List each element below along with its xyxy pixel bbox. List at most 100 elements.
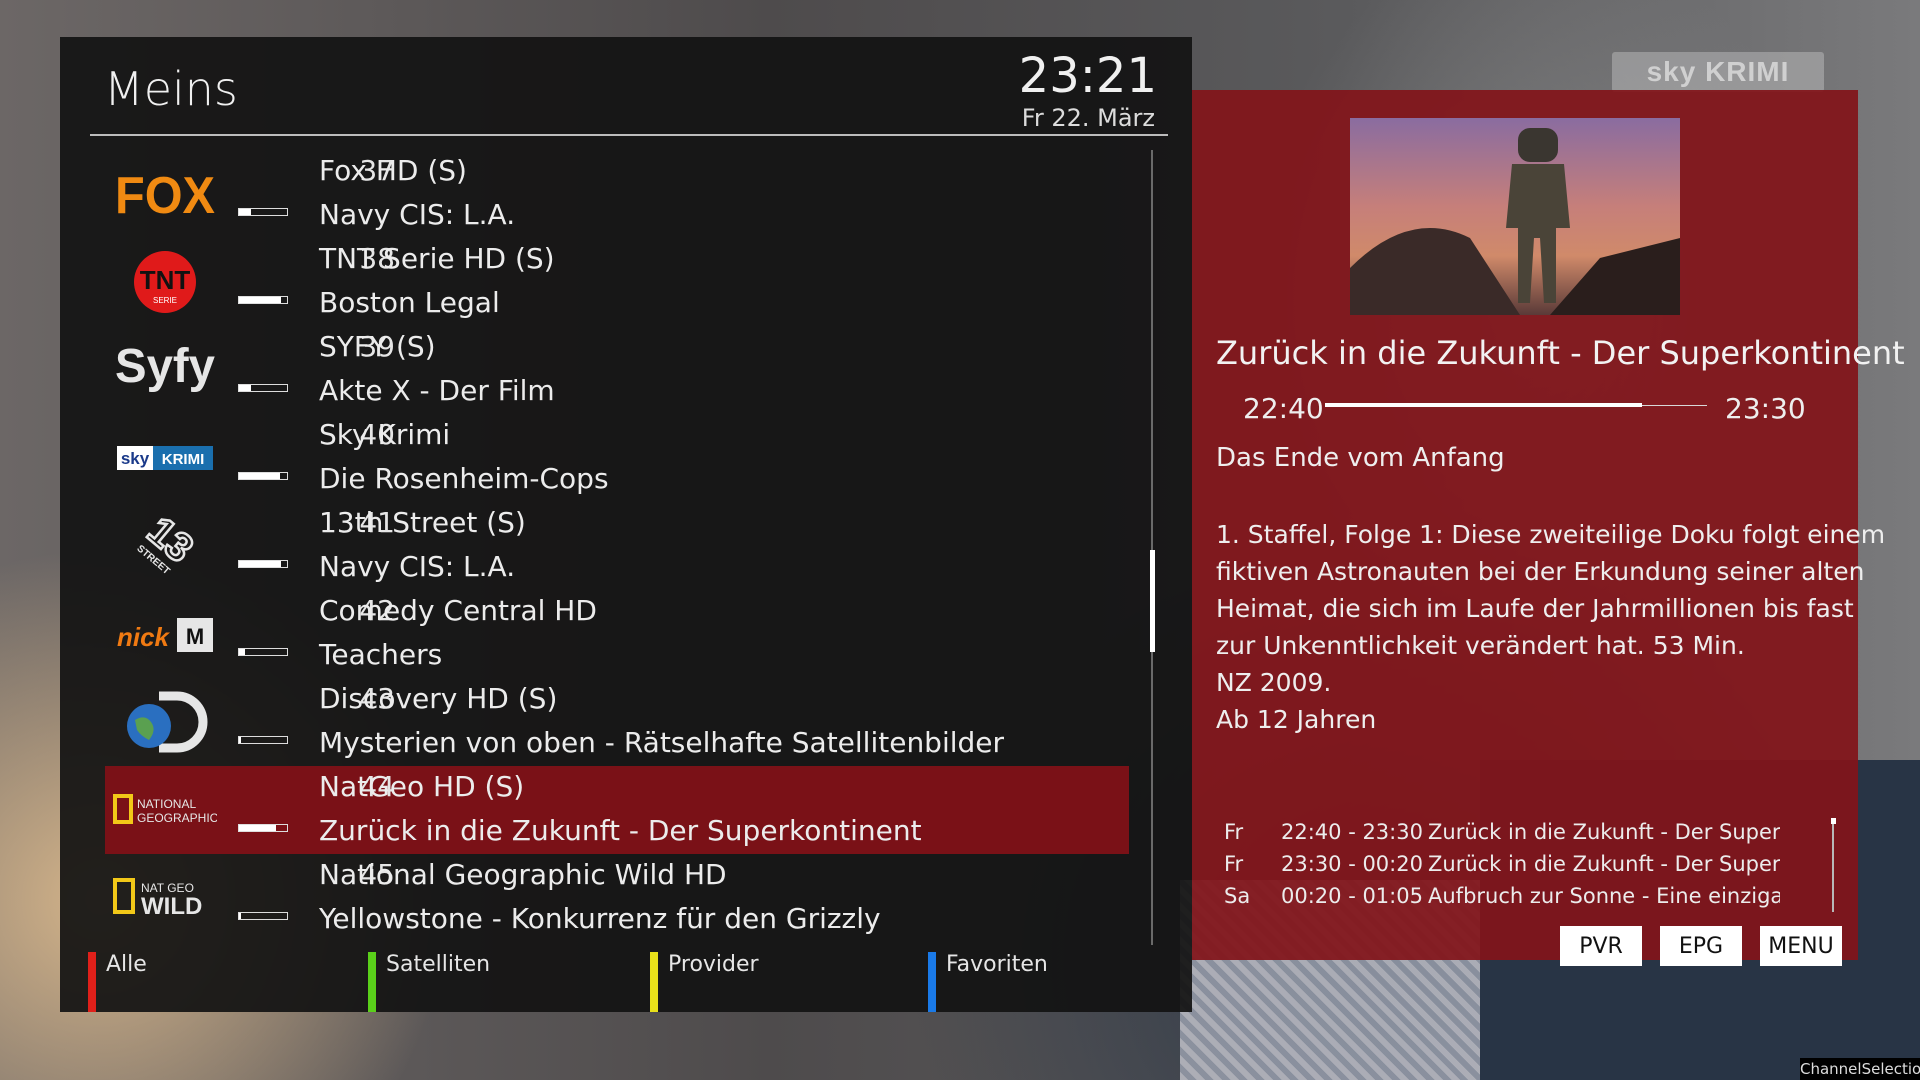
- event-progress-fill: [239, 209, 251, 215]
- current-event: Navy CIS: L.A.: [319, 198, 516, 231]
- channel-name: Fox HD (S): [319, 154, 467, 187]
- clock: 23:21: [1018, 48, 1157, 104]
- svg-text:sky: sky: [121, 449, 150, 468]
- current-event: Teachers: [319, 638, 443, 671]
- channel-name: Sky Krimi: [319, 418, 451, 451]
- channel-row[interactable]: NAT GEO WILD 45 National Geographic Wild …: [105, 854, 1129, 942]
- national-geographic-logo: NATIONAL GEOGRAPHIC: [105, 766, 225, 854]
- channel-row-selected[interactable]: NATIONAL GEOGRAPHIC 44 NatGeo HD (S) Zurü…: [105, 766, 1129, 854]
- current-event: Akte X - Der Film: [319, 374, 555, 407]
- epg-time: 22:40 - 23:30: [1281, 820, 1423, 844]
- nat-geo-wild-logo: NAT GEO WILD: [105, 854, 225, 942]
- channel-name: SYFY (S): [319, 330, 436, 363]
- epg-day: Fr: [1224, 820, 1244, 844]
- svg-text:nick: nick: [117, 622, 171, 652]
- green-key-indicator: [368, 952, 376, 1012]
- event-progress-bar: [238, 296, 288, 304]
- tnt-serie-logo: TNT SERIE: [105, 238, 225, 326]
- color-button-label: Alle: [106, 952, 147, 977]
- event-progress-bar: [238, 912, 288, 920]
- event-description: 1. Staffel, Folge 1: Diese zweiteilige D…: [1216, 516, 1886, 738]
- event-progress-bar: [238, 824, 288, 832]
- page-title: Meins: [104, 62, 238, 116]
- channel-row[interactable]: 43 Discovery HD (S) Mysterien von oben -…: [105, 678, 1129, 766]
- event-progress-fill: [239, 649, 245, 655]
- blue-key-indicator: [928, 952, 936, 1012]
- event-subtitle: Das Ende vom Anfang: [1216, 443, 1505, 473]
- svg-text:TNT: TNT: [140, 265, 191, 295]
- channel-row[interactable]: sky KRIMI 40 Sky Krimi Die Rosenheim-Cops: [105, 414, 1129, 502]
- channel-row[interactable]: 13 STREET 41 13th Street (S) Navy CIS: L.…: [105, 502, 1129, 590]
- discovery-logo: [105, 678, 225, 766]
- channel-list: FOX 37 Fox HD (S) Navy CIS: L.A. TNT SERI…: [105, 150, 1129, 942]
- epg-list-scrollbar[interactable]: [1832, 818, 1834, 912]
- event-start-time: 22:40: [1243, 392, 1324, 425]
- event-progress-bar: [238, 736, 288, 744]
- channel-row[interactable]: FOX 37 Fox HD (S) Navy CIS: L.A.: [105, 150, 1129, 238]
- menu-button[interactable]: MENU: [1760, 926, 1842, 966]
- channel-name: Comedy Central HD: [319, 594, 597, 627]
- date: Fr 22. März: [1021, 104, 1155, 132]
- description-line: 1. Staffel, Folge 1: Diese zweiteilige D…: [1216, 520, 1886, 549]
- event-progress-fill: [1325, 403, 1642, 407]
- channel-name: Discovery HD (S): [319, 682, 558, 715]
- description-line: NZ 2009.: [1216, 668, 1332, 697]
- epg-title: Aufbruch zur Sonne - Eine einzigart: [1428, 884, 1780, 908]
- epg-day: Sa: [1224, 884, 1251, 908]
- yellow-key-indicator: [650, 952, 658, 1012]
- channel-row[interactable]: TNT SERIE 38 TNT Serie HD (S) Boston Lega…: [105, 238, 1129, 326]
- channel-watermark: sky KRIMI: [1612, 52, 1824, 92]
- color-button-label: Favoriten: [946, 952, 1048, 977]
- channel-name: TNT Serie HD (S): [319, 242, 555, 275]
- fox-logo: FOX: [105, 150, 225, 238]
- event-progress-fill: [239, 825, 277, 831]
- event-progress-fill: [239, 297, 282, 303]
- header-divider: [90, 134, 1168, 136]
- svg-text:Syfy: Syfy: [115, 340, 215, 393]
- description-line: Heimat, die sich im Laufe der Jahrmillio…: [1216, 594, 1854, 623]
- nick-mtv-logo: nick M: [105, 590, 225, 678]
- channel-row[interactable]: nick M 42 Comedy Central HD Teachers: [105, 590, 1129, 678]
- description-line: Ab 12 Jahren: [1216, 705, 1377, 734]
- epg-row[interactable]: Fr 22:40 - 23:30 Zurück in die Zukunft -…: [1224, 820, 1784, 852]
- upcoming-events-list: Fr 22:40 - 23:30 Zurück in die Zukunft -…: [1224, 820, 1784, 916]
- epg-day: Fr: [1224, 852, 1244, 876]
- pvr-button[interactable]: PVR: [1560, 926, 1642, 966]
- syfy-logo: Syfy: [105, 326, 225, 414]
- current-event: Die Rosenheim-Cops: [319, 462, 609, 495]
- event-progress-bar: [238, 648, 288, 656]
- event-progress-bar: [238, 208, 288, 216]
- event-progress-bar: [238, 472, 288, 480]
- description-line: fiktiven Astronauten bei der Erkundung s…: [1216, 557, 1865, 586]
- channel-name: National Geographic Wild HD: [319, 858, 727, 891]
- channel-row[interactable]: Syfy 39 SYFY (S) Akte X - Der Film: [105, 326, 1129, 414]
- epg-time: 00:20 - 01:05: [1281, 884, 1423, 908]
- epg-list-scroll-thumb[interactable]: [1831, 818, 1836, 824]
- event-progress-fill: [239, 737, 242, 743]
- event-progress-bar: [238, 384, 288, 392]
- event-progress-bar: [238, 560, 288, 568]
- event-title: Zurück in die Zukunft - Der Superkontine…: [1216, 334, 1905, 372]
- svg-text:FOX: FOX: [115, 169, 215, 219]
- event-progress-fill: [239, 561, 282, 567]
- epg-time: 23:30 - 00:20: [1281, 852, 1423, 876]
- epg-row[interactable]: Sa 00:20 - 01:05 Aufbruch zur Sonne - Ei…: [1224, 884, 1784, 916]
- 13th-street-logo: 13 STREET: [105, 502, 225, 590]
- epg-title: Zurück in die Zukunft - Der Superkc: [1428, 852, 1780, 876]
- epg-row[interactable]: Fr 23:30 - 00:20 Zurück in die Zukunft -…: [1224, 852, 1784, 884]
- event-preview-image: [1350, 118, 1680, 315]
- channel-name: NatGeo HD (S): [319, 770, 525, 803]
- svg-text:NATIONAL: NATIONAL: [137, 797, 196, 811]
- event-progress-fill: [239, 473, 280, 479]
- event-progress-fill: [239, 913, 242, 919]
- channel-list-scroll-thumb[interactable]: [1150, 550, 1155, 652]
- channel-name: 13th Street (S): [319, 506, 526, 539]
- epg-button[interactable]: EPG: [1660, 926, 1742, 966]
- event-progress-fill: [239, 385, 251, 391]
- current-event: Mysterien von oben - Rätselhafte Satelli…: [319, 726, 1005, 759]
- channel-list-scrollbar[interactable]: [1151, 150, 1153, 945]
- color-button-label: Provider: [668, 952, 759, 977]
- svg-text:KRIMI: KRIMI: [162, 451, 205, 468]
- svg-text:GEOGRAPHIC: GEOGRAPHIC: [137, 811, 217, 825]
- current-event: Yellowstone - Konkurrenz für den Grizzly: [319, 902, 881, 935]
